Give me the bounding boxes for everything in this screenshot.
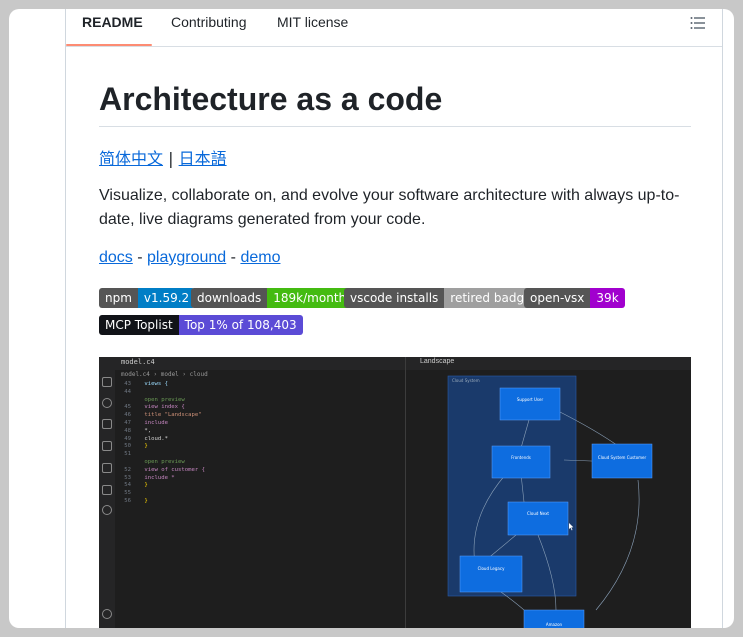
diagram-node-cloud-next: Cloud Next	[507, 501, 569, 536]
code-line: 45 view index {	[124, 404, 185, 411]
editor-breadcrumb: model.c4 › model › cloud	[121, 371, 208, 378]
vscode-installs-badge[interactable]: vscode installs retired badge	[344, 288, 538, 308]
downloads-badge[interactable]: downloads 189k/month	[191, 288, 353, 308]
link-playground[interactable]: playground	[147, 249, 226, 266]
preview-tab-bar: Landscape	[406, 357, 691, 370]
link-docs[interactable]: docs	[99, 249, 133, 266]
badge-label: vscode installs	[344, 288, 445, 308]
list-unordered-icon[interactable]	[690, 16, 706, 30]
svg-text:Cloud Next: Cloud Next	[527, 511, 549, 516]
code-line: 43 views {	[124, 381, 168, 387]
active-tab-indicator	[66, 44, 152, 46]
heading-divider	[99, 126, 691, 127]
code-line: 51	[124, 451, 131, 458]
project-description: Visualize, collaborate on, and evolve yo…	[99, 187, 680, 228]
readme-tabs: README Contributing MIT license	[66, 9, 722, 47]
explorer-icon	[102, 377, 112, 387]
badge-label: MCP Toplist	[99, 315, 179, 335]
page-title: Architecture as a code	[99, 81, 443, 117]
code-line: open preview	[141, 396, 185, 403]
badge-label: downloads	[191, 288, 268, 308]
editor-tab-bar: model.c4	[115, 357, 405, 370]
account-icon	[102, 609, 112, 619]
diagram-node-cloud-legacy: Cloud Legacy	[459, 555, 523, 593]
code-line: 53 include *	[124, 474, 175, 481]
vscode-screenshot[interactable]: model.c4 model.c4 › model › cloud 43 vie…	[99, 357, 691, 628]
remote-icon	[102, 485, 112, 495]
code-line: 48 *,	[124, 427, 152, 434]
group-label: Cloud System	[452, 378, 480, 383]
code-line: 46 title "Landscape"	[124, 412, 202, 419]
svg-text:Amazon: Amazon	[546, 622, 563, 627]
language-separator: |	[168, 149, 174, 168]
tab-mit-license[interactable]: MIT license	[277, 14, 348, 30]
link-simplified-chinese[interactable]: 简体中文	[99, 149, 163, 168]
search-icon	[102, 398, 112, 408]
doc-links: docs - playground - demo	[99, 249, 280, 267]
badge-label: open-vsx	[524, 288, 591, 308]
badge-value: 189k/month	[267, 288, 353, 308]
code-line: 54 }	[124, 482, 148, 489]
badge-value: v1.59.2	[137, 288, 196, 308]
badge-value: 39k	[590, 288, 625, 308]
svg-text:Frontends: Frontends	[511, 455, 531, 460]
github-icon	[102, 505, 112, 515]
code-line: 44	[124, 388, 131, 395]
preview-tab: Landscape	[420, 358, 455, 365]
mcp-toplist-badge[interactable]: MCP Toplist Top 1% of 108,403	[99, 315, 303, 335]
diagram-node-support-user: Support User	[499, 387, 561, 421]
open-vsx-badge[interactable]: open-vsx 39k	[524, 288, 625, 308]
extensions-icon	[102, 463, 112, 473]
diagram-node-frontends: Frontends	[491, 445, 551, 479]
run-debug-icon	[102, 441, 112, 451]
code-line: 47 include	[124, 419, 168, 426]
code-line: open preview	[141, 458, 185, 465]
activity-bar	[99, 357, 115, 628]
svg-text:Cloud Legacy: Cloud Legacy	[478, 566, 506, 571]
code-line: 56 }	[124, 497, 148, 504]
code-line: 49 cloud.*	[124, 435, 168, 442]
link-separator: -	[230, 249, 236, 266]
badge-label: npm	[99, 288, 138, 308]
diagram-node-amazon: Amazon	[523, 609, 585, 628]
link-demo[interactable]: demo	[240, 249, 280, 266]
badge-value: Top 1% of 108,403	[178, 315, 303, 335]
link-separator: -	[137, 249, 143, 266]
code-line: 55	[124, 490, 131, 497]
svg-text:Support User: Support User	[517, 397, 544, 402]
npm-version-badge[interactable]: npm v1.59.2	[99, 288, 196, 308]
editor-tab: model.c4	[121, 358, 155, 366]
code-line: 50 }	[124, 443, 148, 450]
code-editor: 43 views { 44 open preview 45 view index…	[117, 381, 205, 506]
diagram-node-cloud-system-customer: Cloud System Customer	[591, 443, 653, 479]
link-japanese[interactable]: 日本語	[179, 149, 227, 168]
tab-contributing[interactable]: Contributing	[171, 14, 247, 30]
svg-text:Cloud System Customer: Cloud System Customer	[598, 455, 647, 460]
architecture-diagram: Cloud System Support User Frontends Clou…	[447, 375, 653, 628]
tab-readme[interactable]: README	[82, 14, 143, 30]
readme-card: README Contributing MIT license Architec…	[65, 9, 723, 628]
language-links: 简体中文 | 日本語	[99, 145, 227, 169]
source-control-icon	[102, 419, 112, 429]
code-line: 52 view of customer {	[124, 466, 205, 473]
browser-frame: README Contributing MIT license Architec…	[9, 9, 734, 628]
